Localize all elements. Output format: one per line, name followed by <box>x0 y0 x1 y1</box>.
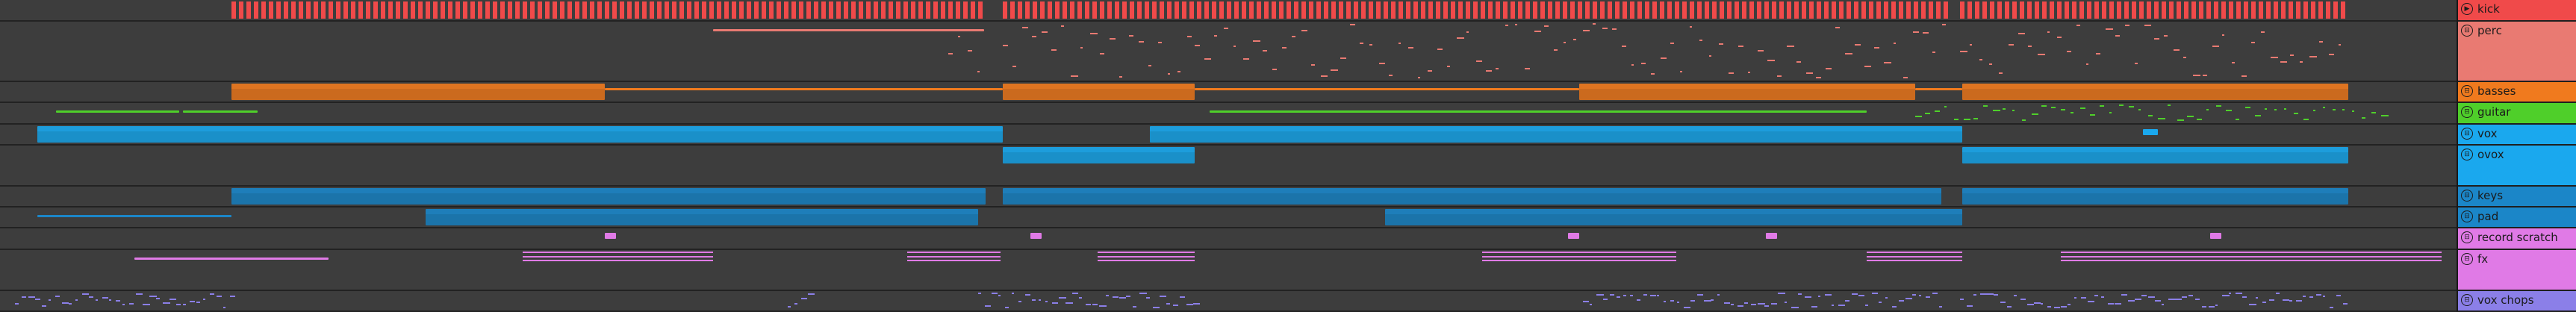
play-icon[interactable]: ▶ <box>2461 3 2473 15</box>
group-icon[interactable]: ⊟ <box>2461 106 2473 118</box>
clip-record-scratch[interactable] <box>605 233 616 239</box>
group-icon[interactable]: ⊟ <box>2461 294 2473 306</box>
clip-perc[interactable] <box>1960 23 2348 80</box>
clip-pad[interactable] <box>426 209 978 225</box>
track-name: perc <box>2477 24 2502 37</box>
clip-basses[interactable] <box>1003 84 1195 100</box>
clip-vox-chops[interactable] <box>978 293 1200 310</box>
clip-kick[interactable] <box>1960 1 2348 19</box>
clip-vox[interactable] <box>37 126 1003 143</box>
clip-guitar[interactable] <box>56 110 179 113</box>
track-header-vox-chops[interactable]: ⊟ vox chops <box>2458 291 2576 312</box>
clip-guitar[interactable] <box>1915 104 2389 122</box>
clip-fx[interactable] <box>2061 252 2442 262</box>
track-name: fx <box>2477 252 2489 266</box>
clip-fx[interactable] <box>523 252 713 262</box>
clip-fx[interactable] <box>1098 252 1195 262</box>
clip-basses[interactable] <box>605 88 1003 90</box>
group-icon[interactable]: ⊟ <box>2461 25 2473 37</box>
clip-ovox[interactable] <box>1003 147 1195 163</box>
daw-arrangement-view: ▶ kick ⊟ perc ⊟ basses ⊟ guitar ⊟ vox ⊟ ovox ⊟ keys ⊟ p… <box>0 0 2576 312</box>
clip-keys[interactable] <box>1962 188 2348 205</box>
clip-keys[interactable] <box>1003 188 1941 205</box>
clip-record-scratch[interactable] <box>1568 233 1579 239</box>
track-headers-panel: ▶ kick ⊟ perc ⊟ basses ⊟ guitar ⊟ vox ⊟ ovox ⊟ keys ⊟ p… <box>2457 0 2576 312</box>
track-name: keys <box>2477 189 2504 202</box>
clip-basses[interactable] <box>231 84 605 100</box>
track-name: basses <box>2477 84 2516 98</box>
clip-vox[interactable] <box>1150 126 1962 143</box>
clip-vox-chops[interactable] <box>788 293 815 310</box>
clip-perc[interactable] <box>948 23 984 80</box>
clip-pad[interactable] <box>1385 209 1962 225</box>
clip-record-scratch[interactable] <box>1030 233 1042 239</box>
group-icon[interactable]: ⊟ <box>2461 210 2473 222</box>
track-header-kick[interactable]: ▶ kick <box>2458 0 2576 22</box>
clip-fx[interactable] <box>1482 252 1676 262</box>
track-name: record scratch <box>2477 231 2558 244</box>
clip-fx[interactable] <box>1867 252 1962 262</box>
clip-vox-chops[interactable] <box>1583 293 1945 310</box>
track-header-basses[interactable]: ⊟ basses <box>2458 82 2576 103</box>
clip-basses[interactable] <box>1579 84 1915 100</box>
track-name: ovox <box>2477 148 2504 161</box>
track-header-fx[interactable]: ⊟ fx <box>2458 250 2576 291</box>
track-header-perc[interactable]: ⊟ perc <box>2458 22 2576 82</box>
clip-guitar[interactable] <box>1210 110 1867 113</box>
track-name: vox chops <box>2477 293 2534 307</box>
track-header-ovox[interactable]: ⊟ ovox <box>2458 146 2576 187</box>
clip-guitar[interactable] <box>183 110 258 113</box>
track-lane-record-scratch[interactable] <box>0 228 2457 250</box>
clip-basses[interactable] <box>1195 88 1579 90</box>
clip-ovox[interactable] <box>1962 147 2348 163</box>
clip-perc[interactable] <box>1195 23 1583 80</box>
track-name: pad <box>2477 210 2499 223</box>
clip-kick[interactable] <box>231 1 986 19</box>
clip-keys[interactable] <box>231 188 986 205</box>
clip-vox[interactable] <box>2143 129 2158 135</box>
track-header-guitar[interactable]: ⊟ guitar <box>2458 103 2576 125</box>
track-lane-pad[interactable] <box>0 208 2457 228</box>
clip-perc[interactable] <box>1003 23 1195 80</box>
clip-pad[interactable] <box>37 215 231 217</box>
track-header-keys[interactable]: ⊟ keys <box>2458 187 2576 208</box>
track-header-pad[interactable]: ⊟ pad <box>2458 208 2576 228</box>
clip-vox-chops[interactable] <box>1960 293 2348 310</box>
track-header-record-scratch[interactable]: ⊟ record scratch <box>2458 228 2576 250</box>
clip-basses[interactable] <box>1962 84 2348 100</box>
track-name: guitar <box>2477 105 2511 119</box>
track-header-vox[interactable]: ⊟ vox <box>2458 125 2576 146</box>
group-icon[interactable]: ⊟ <box>2461 128 2473 140</box>
clip-kick[interactable] <box>1003 1 1948 19</box>
group-icon[interactable]: ⊟ <box>2461 85 2473 97</box>
group-icon[interactable]: ⊟ <box>2461 190 2473 202</box>
clip-record-scratch[interactable] <box>2210 233 2221 239</box>
track-name: kick <box>2477 2 2500 16</box>
group-icon[interactable]: ⊟ <box>2461 253 2473 265</box>
arrangement-timeline[interactable] <box>0 0 2457 312</box>
clip-fx[interactable] <box>134 258 329 260</box>
group-icon[interactable]: ⊟ <box>2461 231 2473 243</box>
clip-perc[interactable] <box>1583 23 1946 80</box>
group-icon[interactable]: ⊟ <box>2461 149 2473 160</box>
clip-perc[interactable] <box>713 29 984 31</box>
clip-basses[interactable] <box>1915 88 1962 90</box>
clip-fx[interactable] <box>907 252 1001 262</box>
clip-record-scratch[interactable] <box>1766 233 1777 239</box>
track-name: vox <box>2477 127 2498 140</box>
clip-vox-chops[interactable] <box>15 293 235 310</box>
